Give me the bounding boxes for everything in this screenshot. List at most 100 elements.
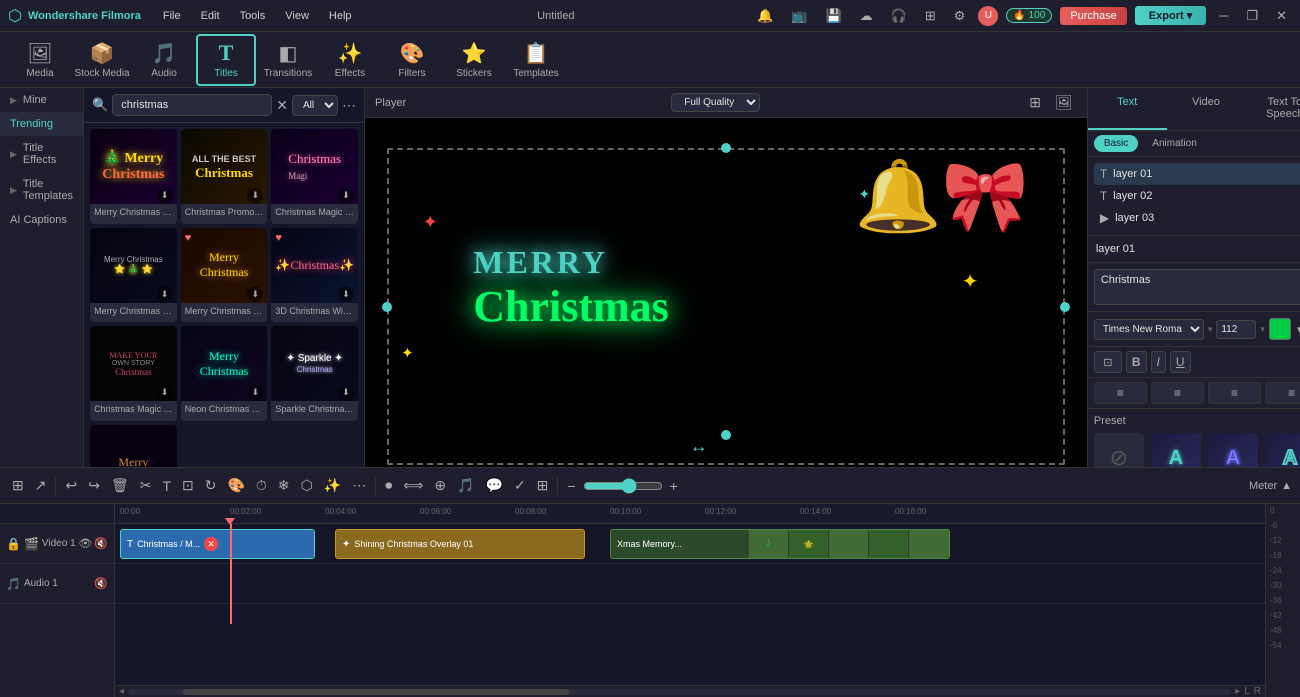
tool-transitions[interactable]: ◧ Transitions <box>258 34 318 86</box>
layer-item-03[interactable]: ▶ layer 03 <box>1094 207 1300 229</box>
tl-snap-button[interactable]: ⊞ <box>533 475 553 496</box>
tl-rotate-button[interactable]: ↻ <box>201 475 221 496</box>
list-item[interactable]: 🎄 MerryChristmas ⬇ Merry Christmas Text … <box>90 129 177 224</box>
tl-freeze-button[interactable]: ❄ <box>274 475 294 496</box>
download-icon[interactable]: ⬇ <box>157 188 173 204</box>
align-justify-button[interactable]: ≡ <box>1265 382 1300 404</box>
clip-xmas-memory[interactable]: Xmas Memory... 🎄 🌟 <box>610 529 950 559</box>
tool-effects[interactable]: ✨ Effects <box>320 34 380 86</box>
close-icon[interactable]: ✕ <box>1271 6 1292 26</box>
list-item[interactable]: ALL THE BEST Christmas ⬇ Christmas Promo… <box>181 129 268 224</box>
list-item[interactable]: Merry Christmas ⭐ 🎄 ⭐ ⬇ Merry Christmas … <box>90 228 177 323</box>
audio-mute-icon[interactable]: 🔇 <box>94 577 108 590</box>
align-center-button[interactable]: ≡ <box>1151 382 1204 404</box>
sidebar-item-trending[interactable]: Trending <box>0 112 83 136</box>
search-clear-button[interactable]: ✕ <box>276 97 288 114</box>
tl-overlay-button[interactable]: ⊕ <box>430 475 450 496</box>
eye-icon[interactable]: 👁 <box>78 537 92 550</box>
tl-more-button[interactable]: ⋯ <box>348 475 370 496</box>
tl-delete-button[interactable]: 🗑 <box>107 475 133 496</box>
download-icon[interactable]: ⬇ <box>157 385 173 401</box>
tab-text[interactable]: Text <box>1088 88 1167 130</box>
menu-edit[interactable]: Edit <box>193 8 228 24</box>
purchase-button[interactable]: Purchase <box>1060 7 1126 25</box>
menu-help[interactable]: Help <box>321 8 360 24</box>
underline-button[interactable]: U <box>1170 351 1191 373</box>
tl-mark-button[interactable]: ✓ <box>510 475 530 496</box>
layer-item-02[interactable]: T layer 02 <box>1094 185 1300 207</box>
headset-icon[interactable]: 🎧 <box>886 6 912 26</box>
clip-shining-overlay[interactable]: ✦ Shining Christmas Overlay 01 <box>335 529 585 559</box>
tl-l-icon[interactable]: L <box>1244 686 1250 697</box>
color-swatch[interactable] <box>1269 318 1291 340</box>
subtab-animation[interactable]: Animation <box>1142 135 1206 152</box>
align-left-button[interactable]: ≡ <box>1094 382 1147 404</box>
tl-redo-button[interactable]: ↪ <box>84 475 104 496</box>
grid-icon[interactable]: ⊞ <box>920 6 941 26</box>
download-icon[interactable]: ⬇ <box>338 385 354 401</box>
lock-icon[interactable]: 🔒 <box>6 537 21 551</box>
bold-button[interactable]: B <box>1126 351 1147 373</box>
font-family-select[interactable]: Times New Roma <box>1094 319 1204 340</box>
download-icon[interactable]: ⬇ <box>157 286 173 302</box>
list-item[interactable]: ✦ Sparkle ✦Christmas ⬇ Sparkle Christmas… <box>271 326 358 421</box>
maximize-icon[interactable]: ❐ <box>1241 6 1263 26</box>
tl-scene-button[interactable]: ⊞ <box>8 475 28 496</box>
format-fit-button[interactable]: ⊡ <box>1094 351 1122 373</box>
tl-audio2-button[interactable]: 🎵 <box>453 475 478 496</box>
tl-plus-button[interactable]: + <box>666 476 682 496</box>
tl-undo-button[interactable]: ↩ <box>61 475 81 496</box>
tl-r-icon[interactable]: R <box>1254 686 1261 697</box>
align-right-button[interactable]: ≡ <box>1208 382 1261 404</box>
tool-stickers[interactable]: ⭐ Stickers <box>444 34 504 86</box>
list-item[interactable]: ✨Christmas✨ ♥ ⬇ 3D Christmas Winter T... <box>271 228 358 323</box>
sidebar-item-ai-captions[interactable]: AI Captions <box>0 208 83 232</box>
tl-color-button[interactable]: 🎨 <box>223 475 248 496</box>
layer-item-01[interactable]: T layer 01 <box>1094 163 1300 185</box>
tl-crop-button[interactable]: ⊡ <box>178 475 198 496</box>
download-icon[interactable]: ⬇ <box>338 188 354 204</box>
list-item[interactable]: MAKE YOUR OWN STORY Christmas ⬇ Christma… <box>90 326 177 421</box>
download-icon[interactable]: ⬇ <box>247 385 263 401</box>
grid-view-icon[interactable]: ⊞ <box>1025 92 1045 113</box>
search-input[interactable] <box>112 94 272 116</box>
meter-expand-icon[interactable]: ▲ <box>1281 480 1292 492</box>
subtab-basic[interactable]: Basic <box>1094 135 1138 152</box>
tl-transition-button[interactable]: ⟺ <box>399 475 427 496</box>
sidebar-item-mine[interactable]: ▶ Mine <box>0 88 83 112</box>
italic-button[interactable]: I <box>1151 351 1166 373</box>
text-content-display[interactable]: Christmas <box>1094 269 1300 305</box>
sidebar-item-title-effects[interactable]: ▶ Title Effects <box>0 136 83 172</box>
tool-filters[interactable]: 🎨 Filters <box>382 34 442 86</box>
tl-cut-button[interactable]: ✂ <box>136 475 156 496</box>
list-item[interactable]: MerryChristmas ♥ ⬇ Merry Christmas 03 Ti… <box>181 228 268 323</box>
clip-delete-icon[interactable]: ✕ <box>204 537 218 551</box>
tool-media[interactable]: 🖼 Media <box>10 34 70 86</box>
photo-icon[interactable]: 🖼 <box>1051 92 1077 113</box>
notification-icon[interactable]: 🔔 <box>752 6 778 26</box>
menu-file[interactable]: File <box>155 8 189 24</box>
tl-minus-button[interactable]: − <box>563 476 579 496</box>
user-avatar[interactable]: U <box>978 6 998 26</box>
quality-select[interactable]: Full Quality <box>671 93 760 112</box>
list-item[interactable]: ChristmasMagi ⬇ Christmas Magic Title ..… <box>271 129 358 224</box>
save-icon[interactable]: 💾 <box>820 6 846 26</box>
tl-split-button[interactable]: ⬡ <box>297 475 317 496</box>
menu-view[interactable]: View <box>277 8 317 24</box>
download-icon[interactable]: ⬇ <box>247 188 263 204</box>
tool-templates[interactable]: 📋 Templates <box>506 34 566 86</box>
search-filter-select[interactable]: All <box>292 95 338 116</box>
tab-text-to-speech[interactable]: Text To Speech <box>1245 88 1300 130</box>
cloud-icon[interactable]: ☁ <box>855 6 878 26</box>
tl-text2-button[interactable]: T <box>158 476 175 496</box>
scroll-handle[interactable] <box>183 689 569 695</box>
tab-video[interactable]: Video <box>1167 88 1246 130</box>
minimize-icon[interactable]: ─ <box>1214 6 1233 25</box>
scroll-right-icon[interactable]: ▸ <box>1235 686 1240 697</box>
export-button[interactable]: Export ▾ <box>1135 6 1206 25</box>
tl-detach-button[interactable]: ↗ <box>31 475 51 496</box>
sidebar-item-title-templates[interactable]: ▶ Title Templates <box>0 172 83 208</box>
font-size-input[interactable] <box>1216 320 1256 339</box>
settings-icon[interactable]: ⚙ <box>949 6 971 26</box>
menu-tools[interactable]: Tools <box>232 8 274 24</box>
